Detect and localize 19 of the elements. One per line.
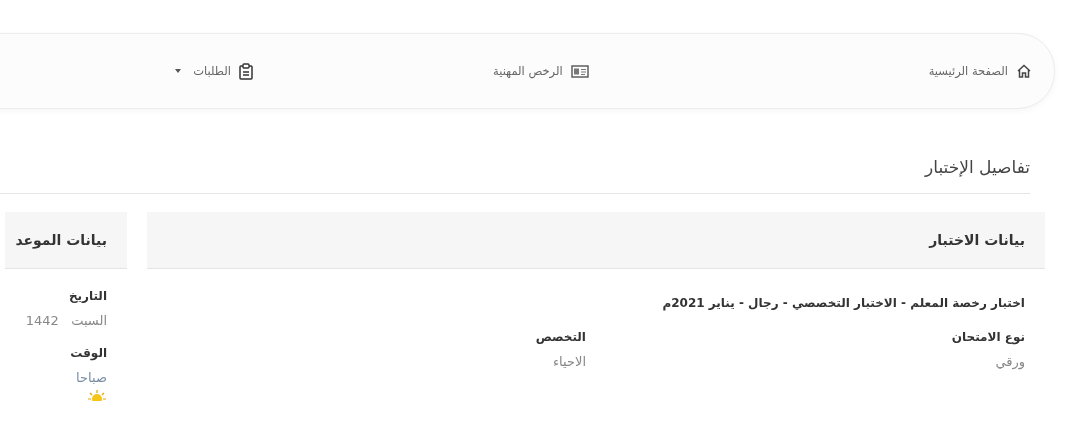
sun-icon (87, 389, 107, 401)
card-title: بيانات الاختبار (929, 232, 1025, 248)
field-label: الوقت (70, 346, 107, 360)
field-value: ورقي (995, 354, 1025, 369)
field-value: صباحا (76, 370, 107, 385)
nav-link[interactable]: الصفحة الرئيسية (928, 63, 1032, 79)
field-value: الاحياء (552, 354, 586, 369)
field-value: السبت 1442 (25, 313, 107, 328)
id-card-icon (570, 64, 589, 78)
nav-link[interactable]: الرخص المهنية (493, 64, 589, 78)
field-label: التاريخ (68, 289, 107, 303)
clipboard-icon (239, 62, 253, 80)
card-title: بيانات الموعد (15, 232, 107, 248)
exam-name: اختبار رخصة المعلم - الاختبار التخصصي - رجال - يناير 2021م (662, 296, 1025, 310)
field-label: التخصص (535, 330, 586, 344)
home-icon (1016, 63, 1032, 79)
page-title: تفاصيل الإختبار (925, 157, 1030, 177)
nav-link[interactable]: الطلبات (175, 62, 253, 80)
field-label: نوع الامتحان (951, 330, 1025, 344)
